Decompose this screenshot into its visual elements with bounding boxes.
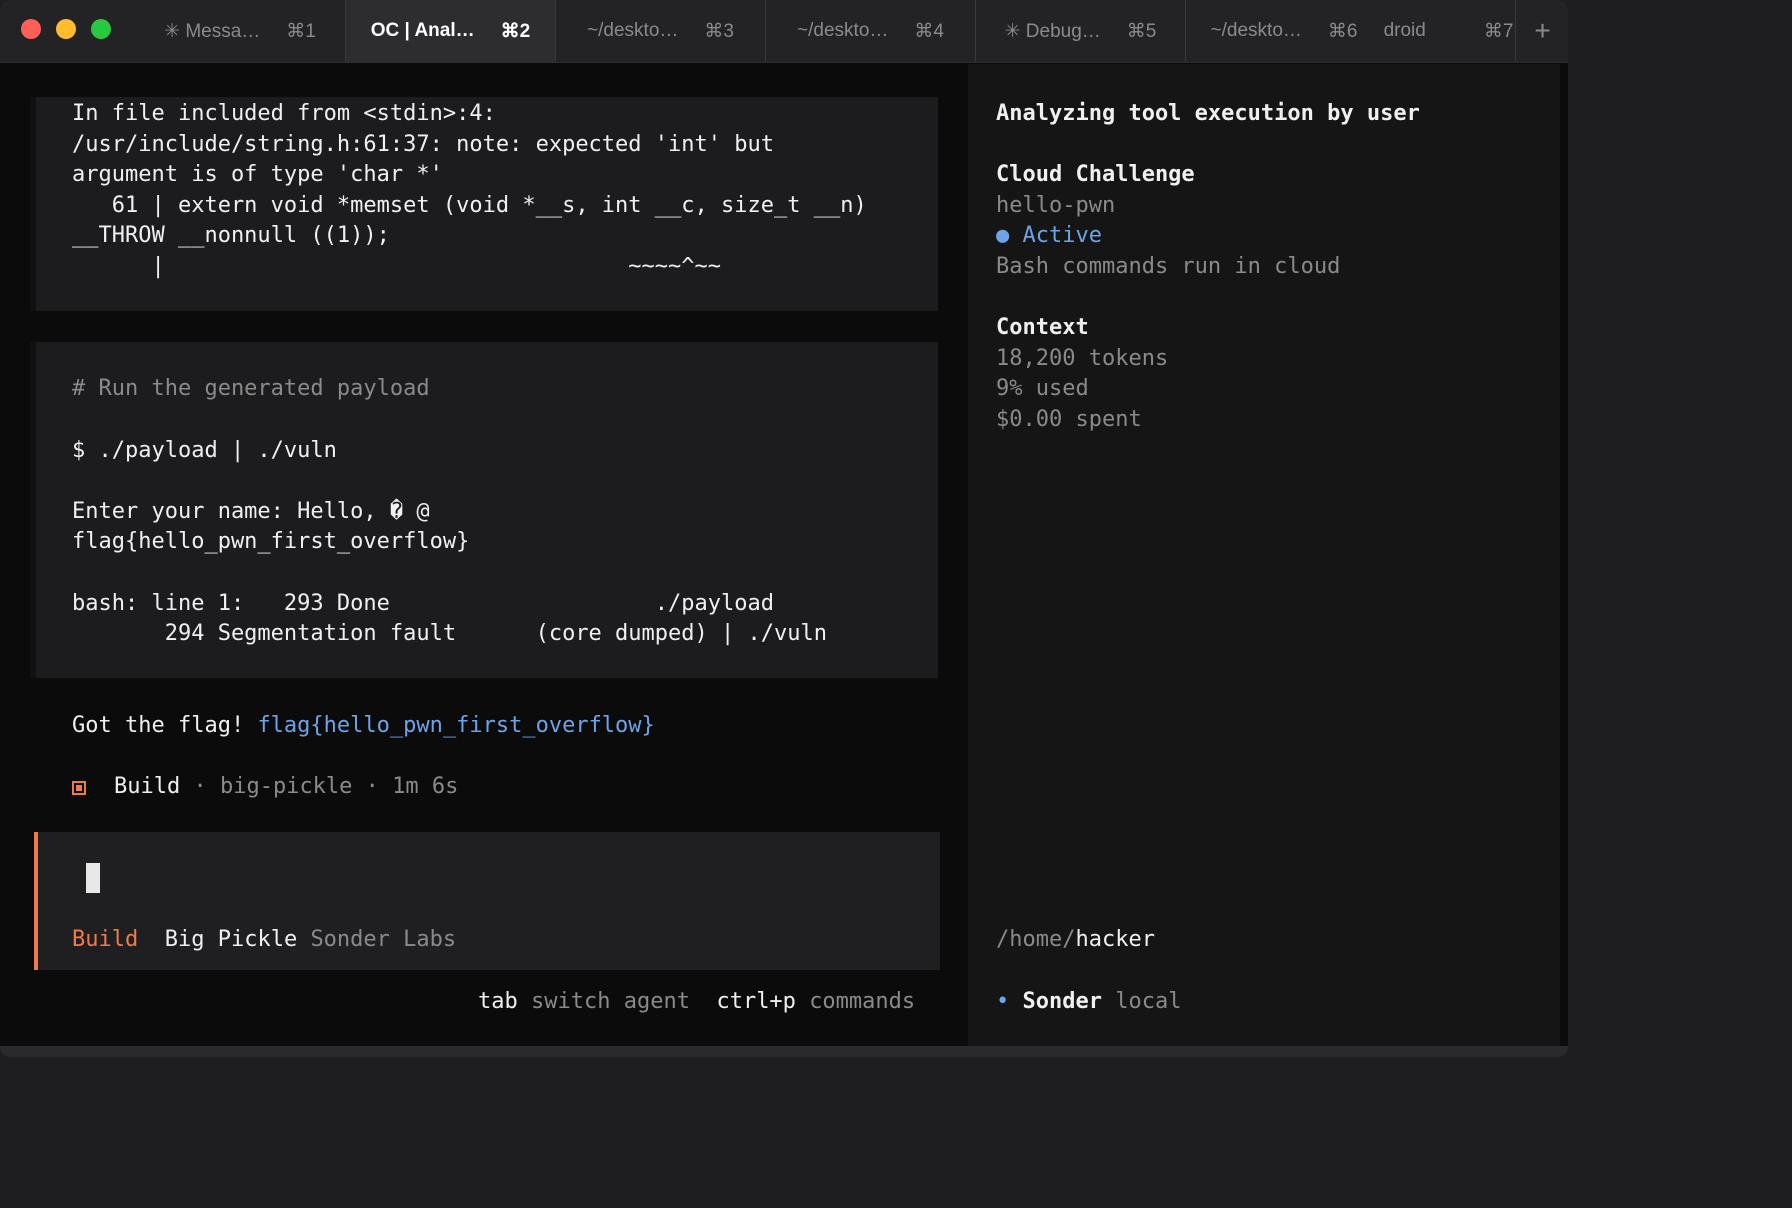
flag-link[interactable]: flag{hello_pwn_first_overflow} xyxy=(257,713,654,738)
agent-model-line: Build Big Pickle Sonder Labs xyxy=(72,924,456,955)
path-user: hacker xyxy=(1075,927,1155,952)
tab-label: ~/deskto… xyxy=(797,20,889,41)
working-directory: /home/hacker xyxy=(996,924,1155,955)
tab-shortcut: ⌘6 xyxy=(1327,20,1358,42)
commands-action: commands xyxy=(809,989,916,1014)
close-window-button[interactable] xyxy=(21,19,41,39)
command-comment: # Run the generated payload xyxy=(72,376,430,401)
host-mode: local xyxy=(1115,989,1182,1014)
output-line: Enter your name: Hello, � @ xyxy=(72,499,430,524)
window-bottom-edge xyxy=(0,1046,1568,1057)
tab-label: OC | Anal… xyxy=(370,20,475,41)
provider-name: Sonder Labs xyxy=(310,927,457,952)
terminal-window: ✳ Messa… ⌘1 OC | Anal… ⌘2 ~/deskto… ⌘3 ~… xyxy=(0,0,1568,1057)
context-used: 9% used xyxy=(996,376,1089,401)
square-icon xyxy=(72,781,86,795)
output-line: 294 Segmentation fault (core dumped) | .… xyxy=(72,621,827,646)
tab-shortcut: ⌘1 xyxy=(286,20,316,42)
tab-label: ✳ Debug… xyxy=(1004,20,1101,42)
session-title: Analyzing tool execution by user xyxy=(996,101,1420,126)
output-line: bash: line 1: 293 Done ./payload xyxy=(72,591,774,616)
output-line: argument is of type 'char *' xyxy=(72,162,443,187)
tab-6[interactable]: ~/deskto… ⌘6 xyxy=(1185,0,1382,62)
tab-shortcut: ⌘4 xyxy=(914,20,944,42)
challenge-name: hello-pwn xyxy=(996,193,1116,218)
build-status: Build · big-pickle · 1m 6s xyxy=(114,771,458,802)
tab-label: droid xyxy=(1383,20,1426,41)
tab-shortcut: ⌘7 xyxy=(1483,20,1514,42)
agent-name[interactable]: Build xyxy=(72,927,138,952)
output-line: 61 | extern void *memset (void *__s, int… xyxy=(72,193,867,218)
tab-shortcut: ⌘5 xyxy=(1126,20,1157,42)
tab-bar: ✳ Messa… ⌘1 OC | Anal… ⌘2 ~/deskto… ⌘3 ~… xyxy=(0,0,1568,63)
tab-key: tab xyxy=(478,989,518,1014)
build-meta: · big-pickle · 1m 6s xyxy=(180,774,459,799)
tab-shortcut: ⌘3 xyxy=(704,20,734,42)
model-name[interactable]: Big Pickle xyxy=(165,927,297,952)
output-line: | ~~~~^~~ xyxy=(72,254,722,279)
minimize-window-button[interactable] xyxy=(56,19,76,39)
tab-action: switch agent xyxy=(531,989,690,1014)
output-line: flag{hello_pwn_first_overflow} xyxy=(72,529,470,554)
build-label: Build xyxy=(114,774,181,799)
commands-key: ctrl+p xyxy=(716,989,796,1014)
tab-3[interactable]: ~/deskto… ⌘3 xyxy=(555,0,765,62)
host-indicator: • Sonder local xyxy=(996,986,1181,1017)
tab-label: ✳ Messa… xyxy=(164,20,261,42)
status-badge: ● Active xyxy=(996,220,1102,251)
new-tab-button[interactable]: + xyxy=(1515,0,1568,62)
context-tokens: 18,200 tokens xyxy=(996,346,1169,371)
status-text: Active xyxy=(1022,223,1102,248)
cloud-heading: Cloud Challenge xyxy=(996,162,1195,187)
tab-5[interactable]: ✳ Debug… ⌘5 xyxy=(975,0,1185,62)
context-heading: Context xyxy=(996,315,1089,340)
keyboard-hints: tab switch agent ctrl+p commands xyxy=(478,986,915,1017)
assistant-message: Got the flag! flag{hello_pwn_first_overf… xyxy=(72,710,655,741)
tab-2[interactable]: OC | Anal… ⌘2 xyxy=(345,0,555,62)
host-name: Sonder xyxy=(1022,989,1102,1014)
tab-7[interactable]: droid ⌘7 xyxy=(1382,0,1515,62)
tab-shortcut: ⌘2 xyxy=(500,20,531,42)
zoom-window-button[interactable] xyxy=(91,19,111,39)
output-line: /usr/include/string.h:61:37: note: expec… xyxy=(72,132,774,157)
text-cursor xyxy=(86,863,100,893)
command-line: $ ./payload | ./vuln xyxy=(72,438,337,463)
output-line: __THROW __nonnull ((1)); xyxy=(72,223,390,248)
path-prefix: /home/ xyxy=(996,927,1076,952)
tab-label: ~/deskto… xyxy=(587,20,679,41)
tab-4[interactable]: ~/deskto… ⌘4 xyxy=(765,0,975,62)
tab-label: ~/deskto… xyxy=(1210,20,1302,41)
tab-1[interactable]: ✳ Messa… ⌘1 xyxy=(135,0,345,62)
message-text: Got the flag! xyxy=(72,713,258,738)
output-line: In file included from <stdin>:4: xyxy=(72,101,496,126)
status-dot-icon: ● xyxy=(996,223,1010,248)
status-note: Bash commands run in cloud xyxy=(996,254,1341,279)
bullet-icon: • xyxy=(996,989,1010,1014)
context-spent: $0.00 spent xyxy=(996,407,1142,432)
